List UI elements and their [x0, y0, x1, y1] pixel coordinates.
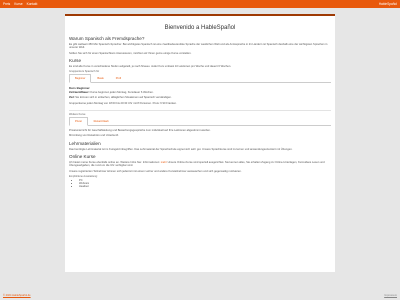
tab-beginner[interactable]: Beginner	[69, 74, 92, 83]
tab-privat[interactable]: Privat	[69, 117, 88, 126]
brand-name[interactable]: HableSpañol	[379, 2, 397, 6]
duration-text: Kurse beginnen jeden Montag, Kursdauer 6…	[90, 91, 154, 95]
tab-profi[interactable]: Profi	[110, 74, 127, 82]
footer-copyright-link[interactable]: © 2024 HableSpañol.de	[3, 294, 31, 297]
equipment-list: PC Webcam Headset	[79, 179, 331, 189]
course-details: Kurs Beginner Zeitraum/Dauer: Kurse begi…	[69, 86, 331, 112]
why-heading: Warum Spanisch als Fremdsprache?	[69, 36, 145, 41]
kurse-paragraph-2: Privatunterricht für Geschäftsleitung un…	[69, 129, 211, 133]
more-link[interactable]: mehr	[161, 161, 167, 164]
kurse-heading: Kurse	[69, 57, 82, 63]
level-tabs: Beginner Basis Profi	[69, 74, 331, 84]
nav-kurse[interactable]: Kurse	[14, 2, 22, 6]
main-nav: Preis Kurse Kontakt	[3, 2, 37, 6]
goal-text: Sie können sich in einfachen, alltäglich…	[75, 96, 172, 100]
further-courses-label: Weitere Kurse	[69, 113, 86, 117]
tab-basis[interactable]: Basis	[91, 74, 109, 82]
course-line-goal: Ziel: Sie können sich in einfachen, allt…	[69, 96, 331, 99]
footer-impressum-link[interactable]: Impressum	[384, 294, 397, 297]
content-panel: Bienvenido a HableSpañol Warum Spanisch …	[65, 14, 335, 272]
top-nav-bar: Preis Kurse Kontakt HableSpañol	[0, 0, 400, 8]
why-paragraph-1: Es gibt weltweit 450 Mio Spanisch-Sprech…	[69, 43, 328, 50]
course-line-schedule: Gruppenkurse jeden Montag von 18:00 bis …	[69, 101, 177, 105]
list-item: Headset	[79, 185, 331, 188]
nav-kontakt[interactable]: Kontakt	[27, 2, 38, 6]
lehr-heading: Lehrmaterialien	[69, 140, 101, 146]
online-heading: Online Kurse	[69, 153, 96, 159]
nav-preis[interactable]: Preis	[3, 2, 10, 6]
lehr-paragraph: Das benötigte Lehrmaterial ist im Kursge…	[69, 147, 293, 151]
tab-reise[interactable]: Reise/Urlaub	[88, 117, 115, 125]
equipment-label: Empfohlene Ausstattung:	[69, 174, 98, 178]
further-tabs: Privat Reise/Urlaub	[69, 117, 331, 127]
kurse-paragraph-3: Mit Anfang von Reisebüro und Unterkunft.	[69, 134, 119, 138]
kurse-paragraph-1: Es sind alle Kurse in verschiedene Stufe…	[69, 64, 232, 68]
why-paragraph-2: Sollten Sie sich für einen Spanischkurs …	[69, 51, 192, 55]
course-title: Kurs Beginner	[69, 86, 90, 91]
online-paragraph-2: Unsere registrierten Teilnehmer können s…	[69, 169, 242, 173]
online-paragraph-1: Ich bietet meine Kurse ebenfalls online …	[69, 161, 331, 168]
group-course-label: Gruppenkurs Spanisch für	[69, 70, 100, 74]
duration-label: Zeitraum/Dauer:	[69, 91, 90, 95]
course-line-duration: Zeitraum/Dauer: Kurse beginnen jeden Mon…	[69, 91, 331, 94]
page-title: Bienvenido a HableSpañol	[164, 25, 236, 31]
goal-label: Ziel:	[69, 96, 75, 100]
